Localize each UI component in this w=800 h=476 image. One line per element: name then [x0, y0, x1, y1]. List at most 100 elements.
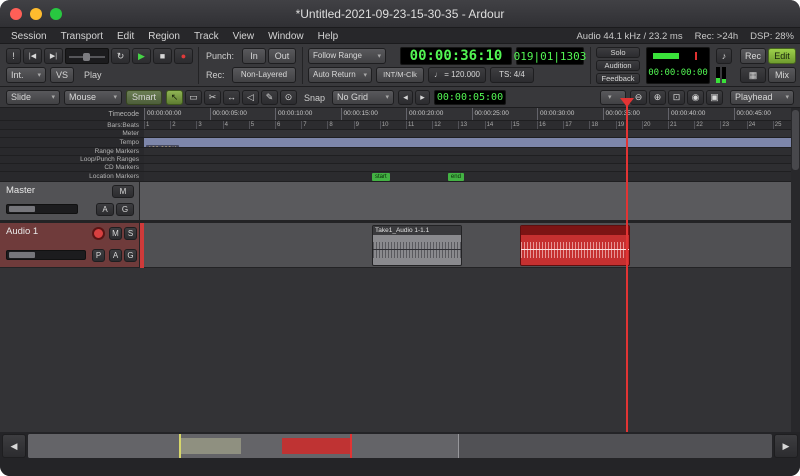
track-name[interactable]: Master: [6, 185, 35, 196]
grab-tool-icon[interactable]: ↖: [166, 90, 183, 105]
mute-button[interactable]: M: [109, 227, 122, 240]
summary-timeline[interactable]: [28, 434, 772, 458]
track-name[interactable]: Audio 1: [6, 226, 38, 237]
menu-item-help[interactable]: Help: [311, 31, 346, 42]
playlist-button[interactable]: P: [92, 249, 105, 262]
punch-in-button[interactable]: In: [242, 48, 266, 64]
punch-out-button[interactable]: Out: [268, 48, 296, 64]
monitor-speaker-icon[interactable]: ♪: [716, 48, 732, 64]
time-signature-button[interactable]: TS: 4/4: [490, 67, 534, 83]
stretch-tool-icon[interactable]: ↔: [223, 90, 240, 105]
solo-button[interactable]: S: [124, 227, 137, 240]
zoom-focus-dropdown[interactable]: Playhead▾: [730, 90, 794, 105]
tempo-button[interactable]: ♩ = 120.000: [428, 67, 486, 83]
menu-item-region[interactable]: Region: [141, 31, 187, 42]
record-button[interactable]: ●: [174, 48, 193, 64]
audio1-track-header[interactable]: Audio 1 M S P A G: [0, 223, 140, 268]
audition-indicator-button[interactable]: Audition: [596, 60, 640, 71]
nudge-back-button[interactable]: ◂: [398, 90, 413, 105]
secondary-clock[interactable]: 019|01|1303: [516, 47, 584, 65]
summary-scroll-right-icon[interactable]: ▶: [774, 434, 798, 458]
varispeed-button[interactable]: VS: [50, 67, 74, 83]
meter-ruler[interactable]: 4/4: [144, 130, 800, 138]
stop-button[interactable]: ■: [153, 48, 172, 64]
scrollbar-thumb[interactable]: [792, 110, 799, 170]
go-to-end-button[interactable]: ▶|: [44, 48, 63, 64]
record-enable-button[interactable]: [92, 227, 105, 240]
nudge-clock[interactable]: 00:00:05:00: [434, 90, 506, 105]
primary-clock[interactable]: 00:00:36:10: [400, 47, 512, 65]
timecode-ruler[interactable]: 00:00:00:0000:00:05:0000:00:10:0000:00:1…: [144, 108, 800, 121]
menu-item-window[interactable]: Window: [261, 31, 311, 42]
record-layer-mode-button[interactable]: Non-Layered: [232, 67, 296, 83]
tab-editor[interactable]: Edit: [768, 48, 796, 64]
zoom-fit-icon[interactable]: ⊡: [668, 90, 685, 105]
monitor-clock[interactable]: 00:00:00:00: [649, 65, 707, 81]
bars-ruler[interactable]: 1234567891011121314151617181920212223242…: [144, 121, 800, 130]
loop-button[interactable]: ↻: [111, 48, 130, 64]
audio-region-take1[interactable]: Take1_Audio 1-1.1: [372, 225, 462, 266]
menu-item-transport[interactable]: Transport: [54, 31, 110, 42]
master-track-header[interactable]: Master M A G: [0, 182, 140, 221]
tab-recorder[interactable]: Rec: [740, 48, 766, 64]
play-button[interactable]: ▶: [132, 48, 151, 64]
playhead-line[interactable]: [626, 98, 628, 432]
summary-view-range[interactable]: [28, 434, 459, 458]
feedback-indicator-button[interactable]: Feedback: [596, 73, 640, 84]
grid-mode-dropdown[interactable]: No Grid▾: [332, 90, 394, 105]
tab-mixer[interactable]: Mix: [768, 67, 796, 83]
tempo-ruler[interactable]: 120.000/4: [144, 138, 800, 148]
menu-item-edit[interactable]: Edit: [110, 31, 141, 42]
sync-source-button[interactable]: Int.▾: [6, 67, 46, 83]
group-button[interactable]: G: [116, 203, 134, 216]
smart-mode-toggle[interactable]: Smart: [126, 90, 162, 105]
location-marker-end[interactable]: end: [448, 173, 464, 181]
solo-indicator-button[interactable]: Solo: [596, 47, 640, 58]
editor-canvas[interactable]: [0, 268, 800, 432]
automation-button[interactable]: A: [109, 249, 122, 262]
menu-item-track[interactable]: Track: [187, 31, 226, 42]
audition-tool-icon[interactable]: ◁: [242, 90, 259, 105]
location-markers-ruler[interactable]: start end: [144, 172, 800, 182]
go-to-start-button[interactable]: |◀: [23, 48, 42, 64]
nudge-forward-button[interactable]: ▸: [415, 90, 430, 105]
shuttle-control[interactable]: [65, 48, 109, 64]
cut-tool-icon[interactable]: ✂: [204, 90, 221, 105]
gain-fader[interactable]: [6, 204, 78, 214]
audio1-track-lane[interactable]: [144, 223, 800, 268]
summary-scroll-left-icon[interactable]: ◀: [2, 434, 26, 458]
fader-handle[interactable]: [9, 206, 35, 212]
audio-region-recording[interactable]: [520, 225, 630, 266]
chevron-down-icon: ▾: [113, 94, 117, 101]
mouse-mode-dropdown[interactable]: Mouse▾: [64, 90, 122, 105]
edit-mode-dropdown[interactable]: Slide▾: [6, 90, 60, 105]
cd-markers-ruler[interactable]: [144, 164, 800, 172]
vertical-scrollbar[interactable]: [791, 108, 800, 432]
menu-item-session[interactable]: Session: [4, 31, 54, 42]
meterbridge-icon[interactable]: ▦: [740, 67, 766, 83]
cd-markers-ruler-row: CD Markers: [0, 164, 800, 172]
playhead-marker[interactable]: [620, 98, 634, 107]
mute-button[interactable]: M: [112, 185, 134, 198]
internal-edit-tool-icon[interactable]: ⊙: [280, 90, 297, 105]
range-markers-ruler[interactable]: [144, 148, 800, 156]
zoom-in-icon[interactable]: ⊕: [649, 90, 666, 105]
group-button[interactable]: G: [124, 249, 137, 262]
automation-button[interactable]: A: [96, 203, 114, 216]
location-marker-start[interactable]: start: [372, 173, 390, 181]
shuttle-handle[interactable]: [83, 53, 90, 61]
zoom-focus-icon[interactable]: ◉: [687, 90, 704, 105]
follow-range-button[interactable]: Follow Range▾: [308, 48, 386, 64]
menu-item-view[interactable]: View: [226, 31, 262, 42]
midi-panic-button[interactable]: !: [6, 48, 21, 64]
gain-fader[interactable]: [6, 250, 86, 260]
auto-return-button[interactable]: Auto Return▾: [308, 67, 372, 83]
master-track-lane[interactable]: [140, 182, 800, 221]
fader-handle[interactable]: [9, 252, 35, 258]
draw-tool-icon[interactable]: ✎: [261, 90, 278, 105]
grid-options-icon[interactable]: ▣: [706, 90, 723, 105]
loop-punch-ruler[interactable]: [144, 156, 800, 164]
timecode-tick: 00:00:20:00: [406, 108, 443, 120]
clock-source-button[interactable]: INT/M-Clk: [376, 67, 424, 83]
range-tool-icon[interactable]: ▭: [185, 90, 202, 105]
